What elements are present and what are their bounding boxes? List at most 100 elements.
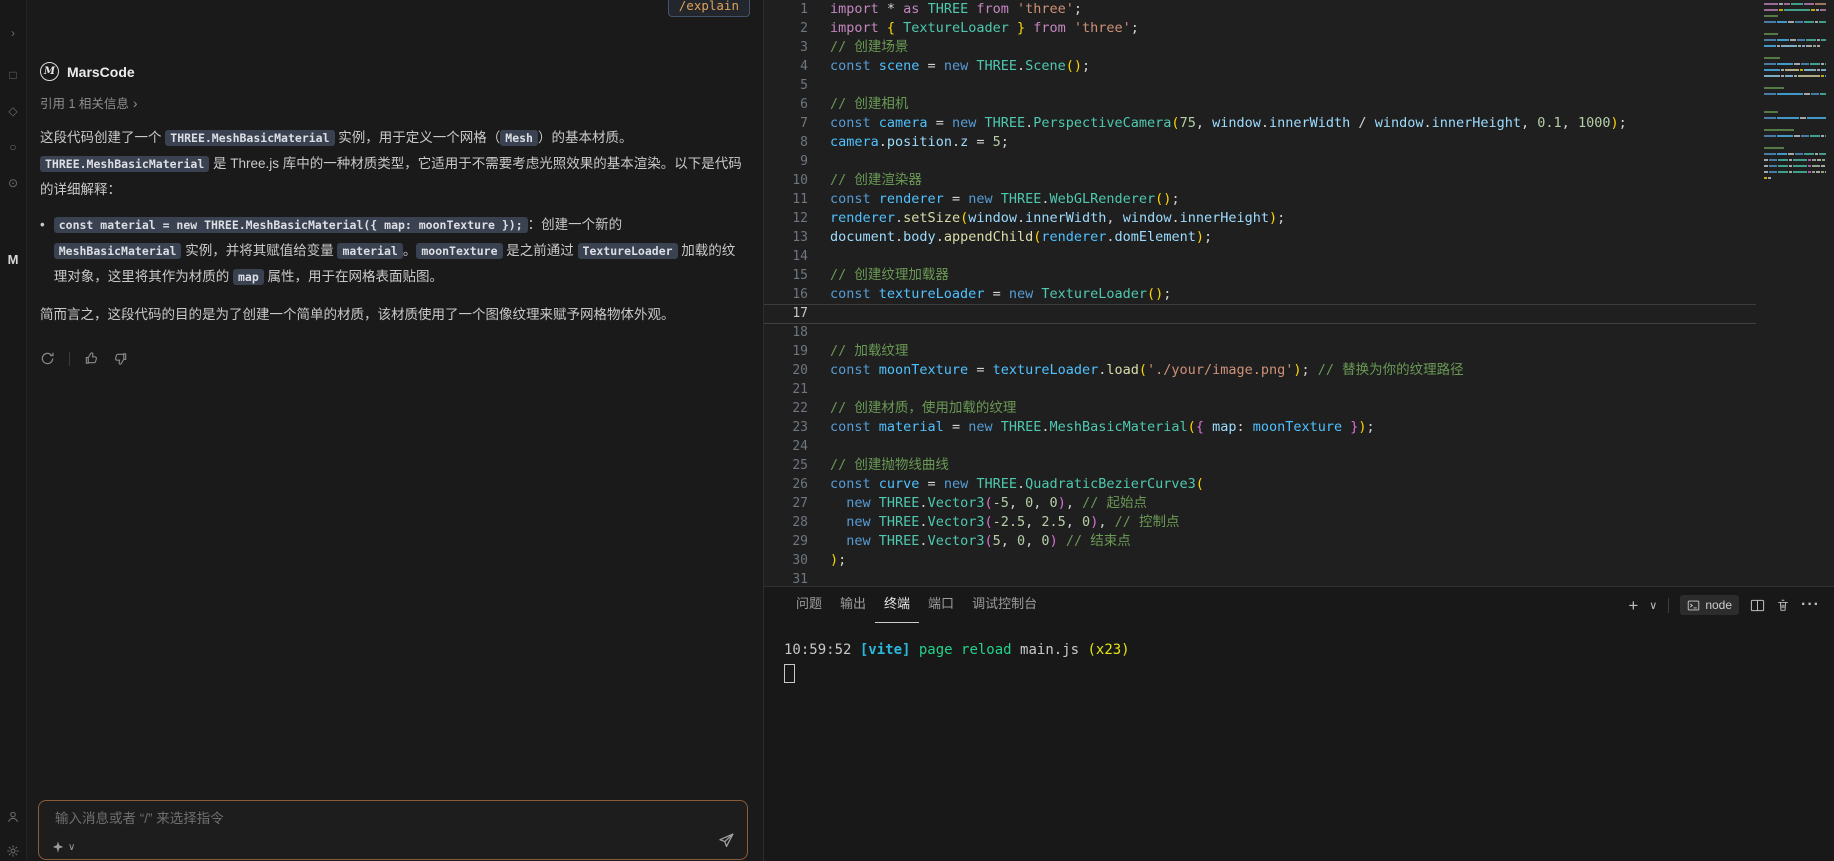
- line-number[interactable]: 28: [764, 513, 808, 532]
- code-line-14[interactable]: 14: [764, 247, 1834, 266]
- code-line-26[interactable]: 26const curve = new THREE.QuadraticBezie…: [764, 475, 1834, 494]
- line-number[interactable]: 18: [764, 323, 808, 342]
- symbol-icon[interactable]: ◇: [0, 104, 26, 118]
- line-number[interactable]: 7: [764, 114, 808, 133]
- code-line-30[interactable]: 30);: [764, 551, 1834, 570]
- chat-input[interactable]: [53, 810, 707, 827]
- code-line-21[interactable]: 21: [764, 380, 1834, 399]
- terminal-dropdown-icon[interactable]: ∨: [1649, 599, 1657, 612]
- line-number[interactable]: 22: [764, 399, 808, 418]
- panel-tab-终端[interactable]: 终端: [875, 587, 919, 623]
- line-number[interactable]: 24: [764, 437, 808, 456]
- chevron-right-icon[interactable]: ›: [0, 26, 26, 40]
- line-number[interactable]: 3: [764, 38, 808, 57]
- code-line-3[interactable]: 3// 创建场景: [764, 38, 1834, 57]
- line-number[interactable]: 10: [764, 171, 808, 190]
- line-number[interactable]: 2: [764, 19, 808, 38]
- thumbs-up-icon[interactable]: [84, 351, 99, 366]
- line-number[interactable]: 25: [764, 456, 808, 475]
- code-line-31[interactable]: 31: [764, 570, 1834, 586]
- code-line-23[interactable]: 23const material = new THREE.MeshBasicMa…: [764, 418, 1834, 437]
- bullet-marker: •: [40, 212, 45, 290]
- line-number[interactable]: 31: [764, 570, 808, 586]
- code-line-12[interactable]: 12renderer.setSize(window.innerWidth, wi…: [764, 209, 1834, 228]
- marscode-extension-icon[interactable]: M: [0, 252, 26, 267]
- new-terminal-icon[interactable]: +: [1628, 597, 1638, 614]
- code-line-24[interactable]: 24: [764, 437, 1834, 456]
- terminal-output[interactable]: 10:59:52 [vite] page reload main.js (x23…: [764, 623, 1834, 683]
- line-number[interactable]: 12: [764, 209, 808, 228]
- panel-tab-问题[interactable]: 问题: [787, 587, 831, 623]
- minimap[interactable]: [1764, 3, 1826, 189]
- message-actions: [40, 351, 749, 366]
- code-line-1[interactable]: 1import * as THREE from 'three';: [764, 0, 1834, 19]
- code-line-15[interactable]: 15// 创建纹理加载器: [764, 266, 1834, 285]
- line-number[interactable]: 11: [764, 190, 808, 209]
- split-terminal-icon[interactable]: [1750, 598, 1765, 613]
- commands-sparkle-icon[interactable]: ∨: [51, 840, 75, 854]
- line-number[interactable]: 29: [764, 532, 808, 551]
- more-actions-icon[interactable]: ···: [1801, 596, 1820, 614]
- line-number[interactable]: 13: [764, 228, 808, 247]
- code-line-22[interactable]: 22// 创建材质，使用加载的纹理: [764, 399, 1834, 418]
- code-line-27[interactable]: 27 new THREE.Vector3(-5, 0, 0), // 起始点: [764, 494, 1834, 513]
- terminal-profile-badge[interactable]: node: [1680, 595, 1739, 615]
- line-number[interactable]: 19: [764, 342, 808, 361]
- settings-gear-icon[interactable]: [0, 844, 26, 861]
- code-text: const scene = new THREE.Scene();: [808, 57, 1090, 76]
- code-line-17[interactable]: 17: [764, 304, 1834, 323]
- line-number[interactable]: 17: [764, 304, 808, 323]
- send-icon[interactable]: [718, 832, 735, 854]
- target-icon[interactable]: ⊙: [0, 176, 26, 190]
- line-number[interactable]: 23: [764, 418, 808, 437]
- line-number[interactable]: 9: [764, 152, 808, 171]
- account-icon[interactable]: [0, 810, 26, 827]
- code-editor[interactable]: 1import * as THREE from 'three';2import …: [764, 0, 1834, 586]
- code-line-13[interactable]: 13document.body.appendChild(renderer.dom…: [764, 228, 1834, 247]
- circle-icon[interactable]: ○: [0, 140, 26, 154]
- marscode-chat-panel: /explain M MarsCode 引用 1 相关信息 › 这段代码创建了一…: [27, 0, 763, 861]
- code-line-29[interactable]: 29 new THREE.Vector3(5, 0, 0) // 结束点: [764, 532, 1834, 551]
- code-line-11[interactable]: 11const renderer = new THREE.WebGLRender…: [764, 190, 1834, 209]
- code-text: new THREE.Vector3(-2.5, 2.5, 0), // 控制点: [808, 513, 1179, 532]
- line-number[interactable]: 20: [764, 361, 808, 380]
- code-line-16[interactable]: 16const textureLoader = new TextureLoade…: [764, 285, 1834, 304]
- code-line-10[interactable]: 10// 创建渲染器: [764, 171, 1834, 190]
- code-line-9[interactable]: 9: [764, 152, 1834, 171]
- code-line-20[interactable]: 20const moonTexture = textureLoader.load…: [764, 361, 1834, 380]
- line-number[interactable]: 15: [764, 266, 808, 285]
- panel-tab-端口[interactable]: 端口: [919, 587, 963, 623]
- line-number[interactable]: 21: [764, 380, 808, 399]
- thumbs-down-icon[interactable]: [113, 351, 128, 366]
- code-text: [808, 437, 830, 456]
- code-line-5[interactable]: 5: [764, 76, 1834, 95]
- line-number[interactable]: 8: [764, 133, 808, 152]
- line-number[interactable]: 6: [764, 95, 808, 114]
- code-line-2[interactable]: 2import { TextureLoader } from 'three';: [764, 19, 1834, 38]
- panel-tab-输出[interactable]: 输出: [831, 587, 875, 623]
- code-line-8[interactable]: 8camera.position.z = 5;: [764, 133, 1834, 152]
- line-number[interactable]: 4: [764, 57, 808, 76]
- code-line-4[interactable]: 4const scene = new THREE.Scene();: [764, 57, 1834, 76]
- code-line-25[interactable]: 25// 创建抛物线曲线: [764, 456, 1834, 475]
- code-line-19[interactable]: 19// 加载纹理: [764, 342, 1834, 361]
- regenerate-icon[interactable]: [40, 351, 55, 366]
- line-number[interactable]: 5: [764, 76, 808, 95]
- line-number[interactable]: 30: [764, 551, 808, 570]
- kill-terminal-trash-icon[interactable]: [1776, 598, 1790, 613]
- code-line-18[interactable]: 18: [764, 323, 1834, 342]
- line-number[interactable]: 14: [764, 247, 808, 266]
- line-number[interactable]: 1: [764, 0, 808, 19]
- chat-input-box[interactable]: ∨: [38, 800, 748, 860]
- user-command-chip[interactable]: /explain: [668, 0, 750, 17]
- code-line-6[interactable]: 6// 创建相机: [764, 95, 1834, 114]
- panel-tab-调试控制台[interactable]: 调试控制台: [963, 587, 1046, 623]
- line-number[interactable]: 27: [764, 494, 808, 513]
- window-icon[interactable]: □: [0, 68, 26, 82]
- line-number[interactable]: 16: [764, 285, 808, 304]
- line-number[interactable]: 26: [764, 475, 808, 494]
- citation-toggle[interactable]: 引用 1 相关信息 ›: [40, 93, 749, 112]
- message-paragraph-2: 简而言之，这段代码的目的是为了创建一个简单的材质，该材质使用了一个图像纹理来赋予…: [40, 302, 748, 327]
- code-line-28[interactable]: 28 new THREE.Vector3(-2.5, 2.5, 0), // 控…: [764, 513, 1834, 532]
- code-line-7[interactable]: 7const camera = new THREE.PerspectiveCam…: [764, 114, 1834, 133]
